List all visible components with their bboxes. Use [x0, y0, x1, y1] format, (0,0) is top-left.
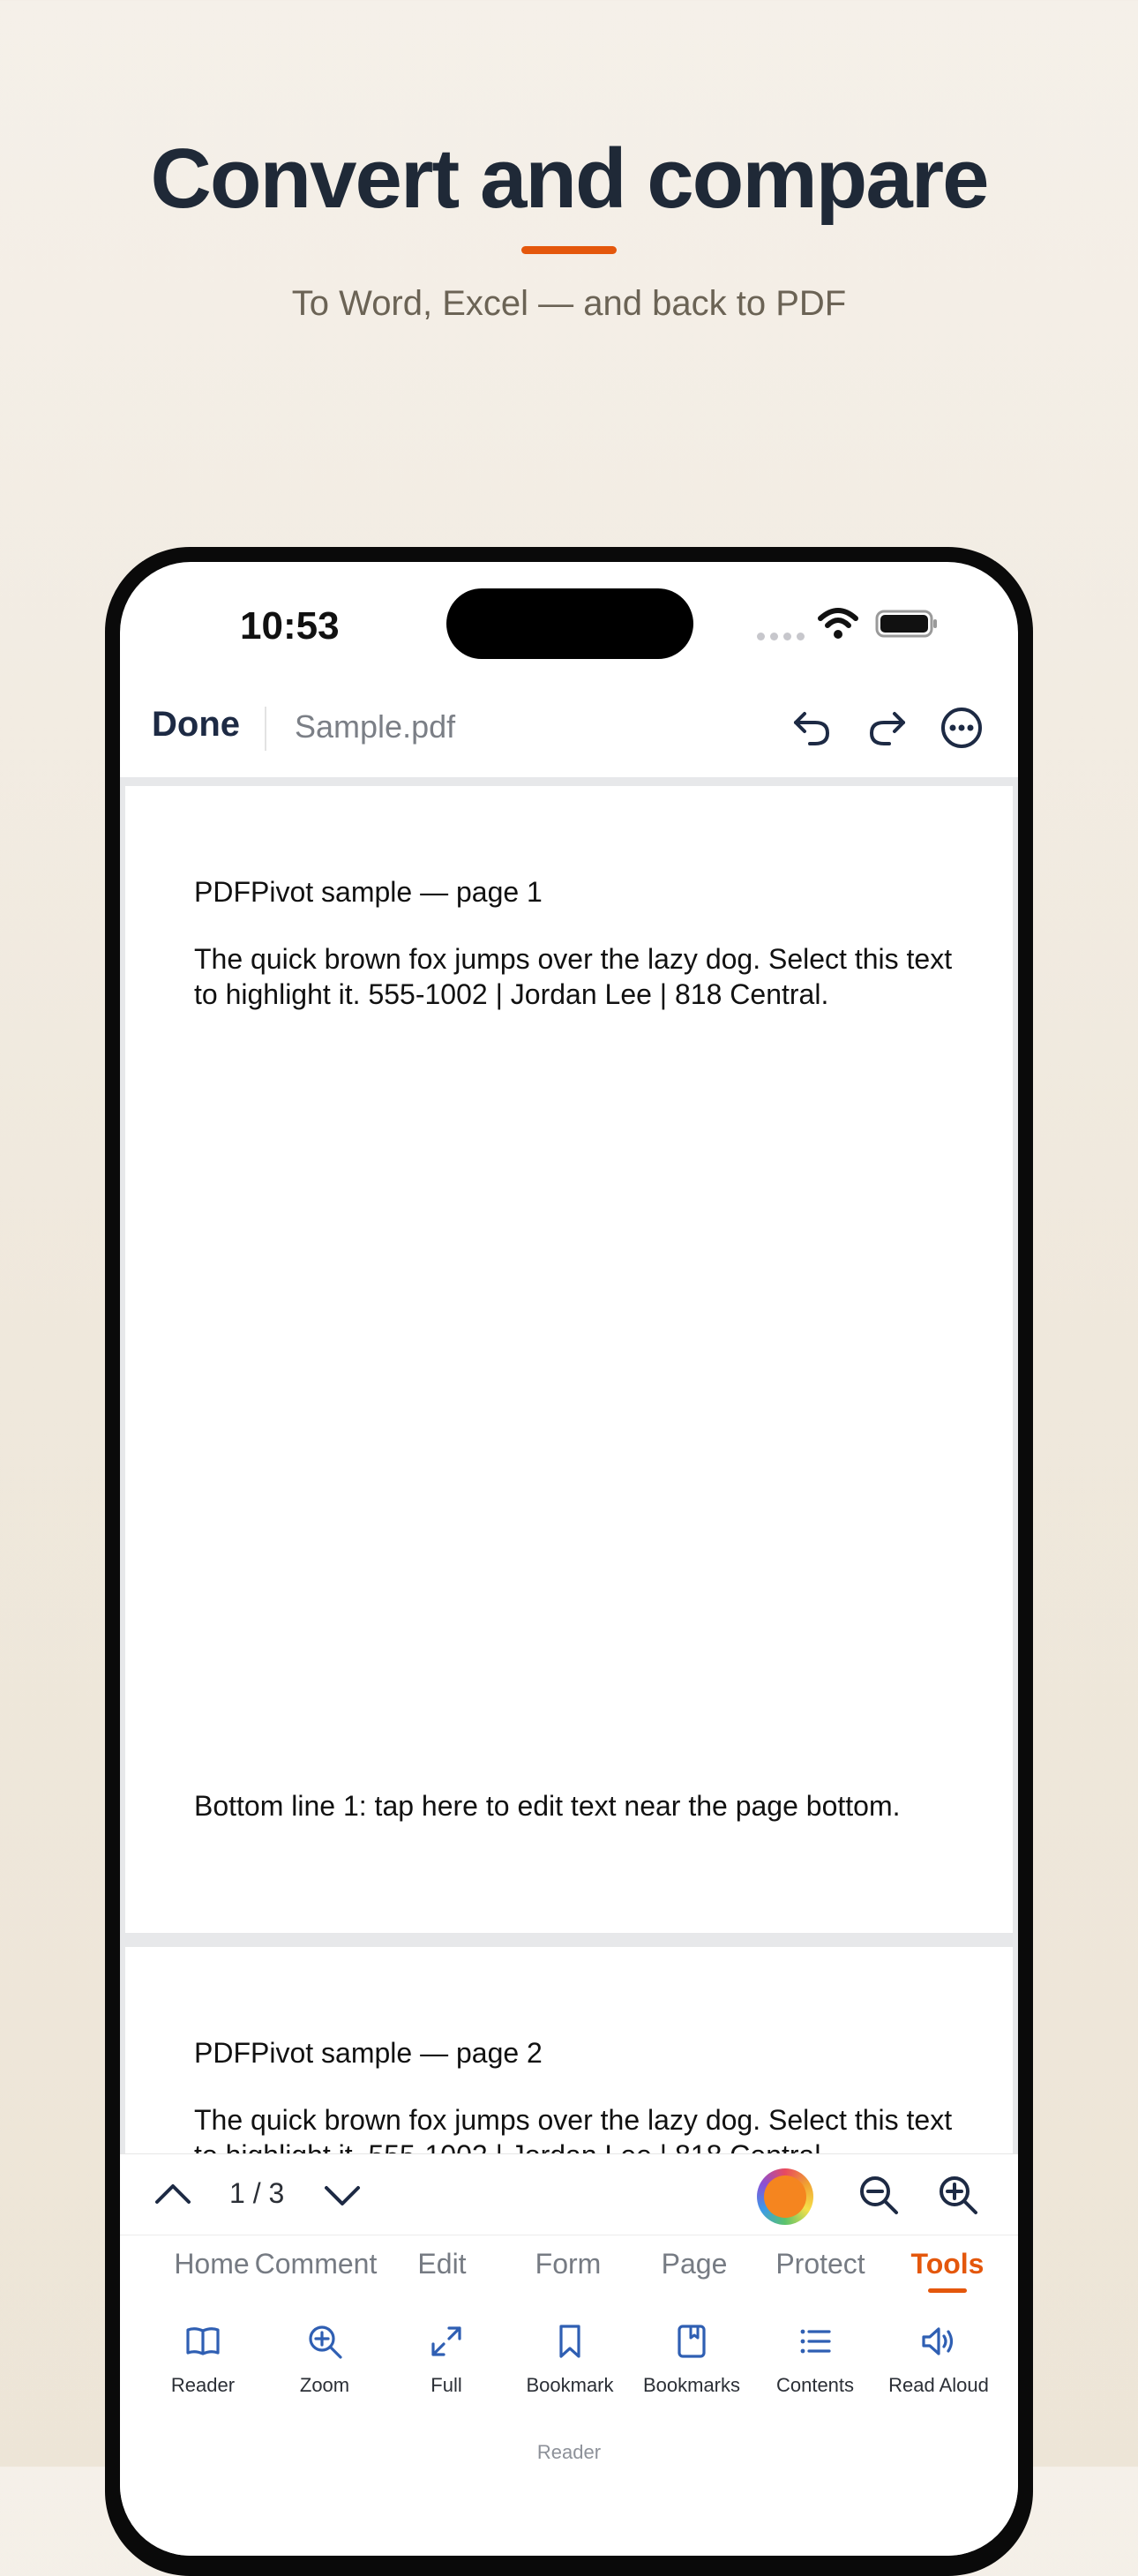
ribbon-tabs: Home Comment Edit Form Page Protect Tool… — [120, 2235, 1018, 2296]
expand-icon — [431, 2326, 461, 2356]
tool-group-label: Reader — [536, 2441, 602, 2463]
tool-label: Zoom — [299, 2374, 350, 2396]
dynamic-island — [446, 588, 693, 659]
tab-comment[interactable]: Comment — [255, 2248, 378, 2280]
read-aloud-tool[interactable]: Read Aloud — [881, 2321, 996, 2397]
zoom-in-icon[interactable] — [935, 2172, 981, 2218]
phone-screen: 10:53 Done Sample.pdf PDFPivot sample — … — [120, 562, 1018, 2556]
chevron-down-icon[interactable] — [319, 2172, 365, 2218]
tool-label: Bookmarks — [642, 2374, 741, 2396]
tool-label: Reader — [170, 2374, 236, 2396]
tools-panel: Reader Zoom Full Bookmark Bookmarks Cont… — [120, 2295, 1018, 2556]
tool-label: Full — [430, 2374, 462, 2396]
bookmarks-icon — [678, 2325, 706, 2358]
zoom-out-icon[interactable] — [856, 2172, 902, 2218]
tab-edit[interactable]: Edit — [417, 2248, 466, 2280]
bookmarks-tool[interactable]: Bookmarks — [634, 2321, 749, 2397]
cellular-signal-icon — [757, 633, 805, 640]
page-navigator: 1 / 3 — [120, 2153, 1018, 2235]
tab-home[interactable]: Home — [174, 2248, 249, 2280]
page-indicator[interactable]: 1 / 3 — [229, 2177, 284, 2210]
tab-form[interactable]: Form — [535, 2248, 602, 2280]
subheadline: To Word, Excel — and back to PDF — [291, 284, 847, 323]
tool-label: Bookmark — [526, 2374, 614, 2396]
tool-label: Contents — [775, 2374, 855, 2396]
tab-page[interactable]: Page — [662, 2248, 728, 2280]
fullscreen-tool[interactable]: Full — [389, 2321, 504, 2397]
document-toolbar: Done Sample.pdf — [120, 677, 1018, 783]
document-viewer[interactable]: PDFPivot sample — page 1 The quick brown… — [120, 777, 1018, 2300]
zoom-icon — [309, 2325, 342, 2359]
file-name: Sample.pdf — [295, 708, 456, 745]
tool-label: Read Aloud — [888, 2374, 989, 2396]
list-icon — [800, 2329, 831, 2354]
book-icon — [186, 2327, 220, 2355]
status-time: 10:53 — [240, 604, 340, 648]
toolbar-divider — [265, 707, 266, 751]
undo-icon[interactable] — [787, 703, 836, 753]
speaker-icon — [922, 2327, 954, 2355]
active-tab-indicator — [928, 2288, 967, 2293]
page-body-text[interactable]: The quick brown fox jumps over the lazy … — [194, 941, 953, 1012]
ink-color-swatch[interactable] — [764, 2175, 806, 2218]
page-bottom-text[interactable]: Bottom line 1: tap here to edit text nea… — [194, 1788, 901, 1823]
bookmark-tool[interactable]: Bookmark — [513, 2321, 627, 2397]
page-title[interactable]: PDFPivot sample — page 1 — [194, 874, 543, 910]
headline: Convert and compare — [150, 131, 990, 226]
accent-bar — [521, 246, 617, 254]
reader-tool[interactable]: Reader — [146, 2321, 260, 2397]
wifi-icon — [818, 608, 858, 639]
page-title[interactable]: PDFPivot sample — page 2 — [194, 2035, 543, 2071]
tab-tools[interactable]: Tools — [911, 2248, 985, 2280]
redo-icon[interactable] — [863, 703, 912, 753]
bookmark-icon — [559, 2325, 580, 2358]
zoom-tool[interactable]: Zoom — [267, 2321, 382, 2397]
contents-tool[interactable]: Contents — [758, 2321, 872, 2397]
chevron-up-icon[interactable] — [150, 2172, 196, 2218]
tab-protect[interactable]: Protect — [775, 2248, 865, 2280]
battery-icon — [875, 610, 937, 638]
pdf-page[interactable]: PDFPivot sample — page 1 The quick brown… — [125, 786, 1013, 1933]
done-button[interactable]: Done — [152, 705, 240, 745]
more-icon[interactable] — [937, 703, 986, 753]
